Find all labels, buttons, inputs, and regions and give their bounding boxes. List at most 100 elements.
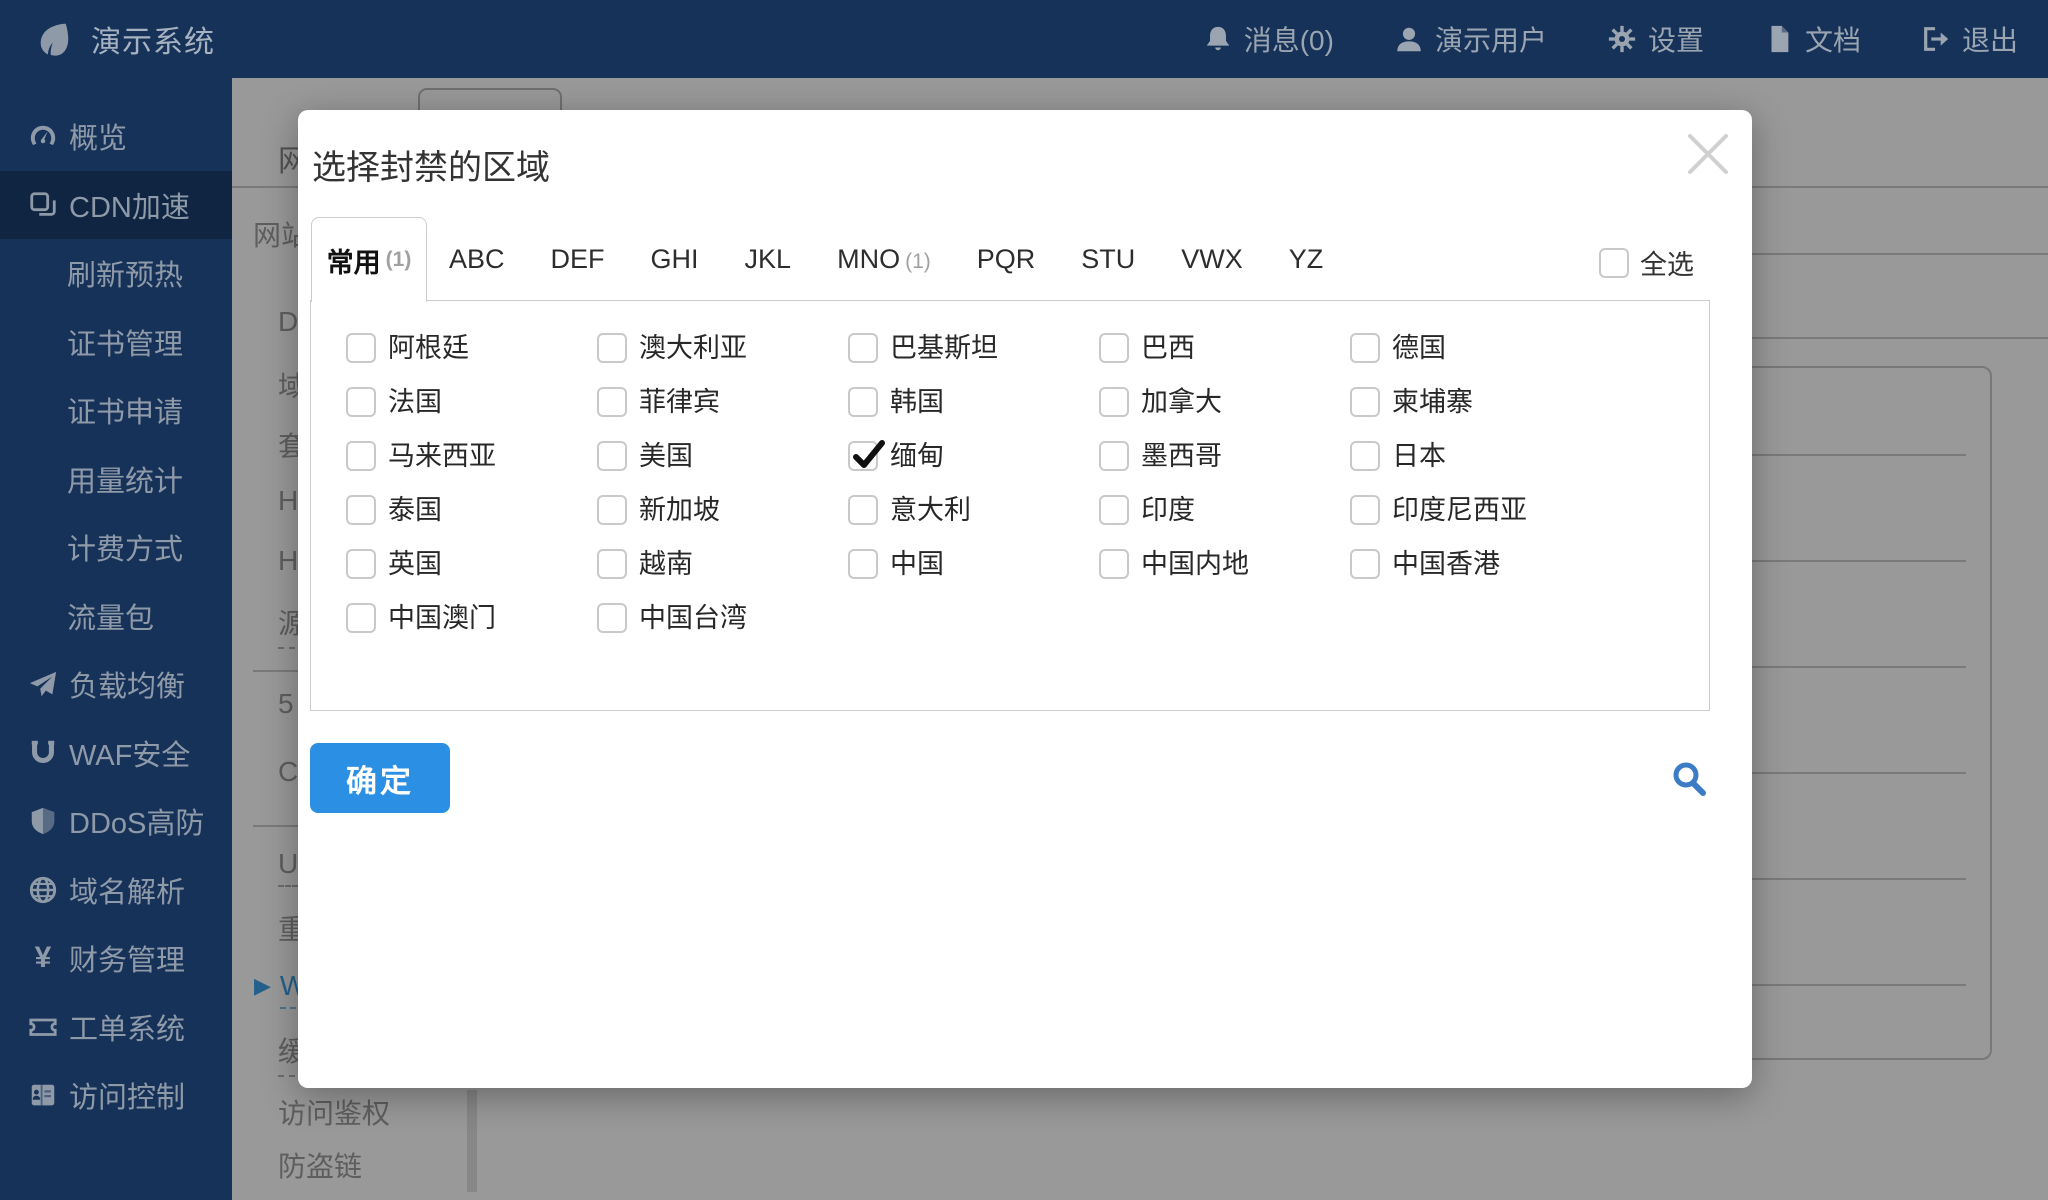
region-checkbox[interactable] xyxy=(848,549,878,579)
sidebar-item[interactable]: 用量统计 xyxy=(0,445,232,514)
tab[interactable]: MNO(1) xyxy=(837,244,931,275)
region-checkbox[interactable] xyxy=(597,603,627,633)
region-option[interactable]: 印度尼西亚 xyxy=(1350,495,1601,549)
region-checkbox-panel: 阿根廷 澳大利亚 巴基斯坦 xyxy=(310,300,1710,711)
select-all-control[interactable]: 全选 xyxy=(1599,243,1694,282)
sidebar-item[interactable]: 概览 xyxy=(0,102,232,171)
region-option[interactable]: 韩国 xyxy=(848,387,1099,441)
sidebar-item[interactable]: 证书申请 xyxy=(0,376,232,445)
sidebar-item-label: CDN加速 xyxy=(69,184,190,226)
tab[interactable]: STU xyxy=(1081,244,1135,275)
sidebar-item[interactable]: 刷新预热 xyxy=(0,239,232,308)
sidebar-item[interactable]: 流量包 xyxy=(0,582,232,651)
tab[interactable]: DEF xyxy=(551,244,605,275)
region-checkbox[interactable] xyxy=(1099,441,1129,471)
topbar-item[interactable]: 文档 xyxy=(1764,19,1861,59)
region-option[interactable]: 日本 xyxy=(1350,441,1601,495)
sidebar-item[interactable]: 负载均衡 xyxy=(0,650,232,719)
tab[interactable]: JKL xyxy=(745,244,792,275)
region-option[interactable]: 中国澳门 xyxy=(346,603,597,657)
region-option[interactable]: 中国 xyxy=(848,549,1099,603)
region-option[interactable]: 意大利 xyxy=(848,495,1099,549)
sidebar-item[interactable]: DDoS高防 xyxy=(0,787,232,856)
sidebar-item-label: 概览 xyxy=(69,115,127,157)
region-option[interactable]: 巴基斯坦 xyxy=(848,333,1099,387)
topbar-item[interactable]: 设置 xyxy=(1607,19,1704,59)
region-checkbox[interactable] xyxy=(597,333,627,363)
region-checkbox[interactable] xyxy=(848,333,878,363)
region-checkbox[interactable] xyxy=(346,495,376,525)
tab[interactable]: GHI xyxy=(651,244,699,275)
region-checkbox[interactable] xyxy=(597,549,627,579)
sidebar-item[interactable]: WAF安全 xyxy=(0,719,232,788)
region-label: 泰国 xyxy=(388,495,442,526)
region-option[interactable]: 中国台湾 xyxy=(597,603,848,657)
topbar-item[interactable]: 退出 xyxy=(1921,19,2018,59)
tab[interactable]: YZ xyxy=(1289,244,1324,275)
region-option[interactable]: 中国内地 xyxy=(1099,549,1350,603)
sidebar-item-label: 域名解析 xyxy=(69,869,185,911)
region-checkbox[interactable] xyxy=(346,549,376,579)
sidebar-item[interactable]: 访问控制 xyxy=(0,1061,232,1130)
region-option[interactable]: 巴西 xyxy=(1099,333,1350,387)
region-option[interactable]: 英国 xyxy=(346,549,597,603)
region-option[interactable]: 德国 xyxy=(1350,333,1601,387)
region-option[interactable]: 阿根廷 xyxy=(346,333,597,387)
sidebar-item[interactable]: 工单系统 xyxy=(0,993,232,1062)
sidebar-item[interactable]: 证书管理 xyxy=(0,308,232,377)
search-button[interactable] xyxy=(1670,760,1710,800)
region-checkbox[interactable] xyxy=(848,387,878,417)
region-option[interactable]: 菲律宾 xyxy=(597,387,848,441)
region-option[interactable]: 法国 xyxy=(346,387,597,441)
sidebar-item[interactable]: 域名解析 xyxy=(0,856,232,925)
tab-label: 常用 xyxy=(327,241,381,280)
region-option[interactable]: 越南 xyxy=(597,549,848,603)
region-option[interactable]: 中国香港 xyxy=(1350,549,1601,603)
region-option[interactable]: 澳大利亚 xyxy=(597,333,848,387)
region-checkbox[interactable] xyxy=(597,441,627,471)
region-option[interactable]: 墨西哥 xyxy=(1099,441,1350,495)
sidebar-item[interactable]: 计费方式 xyxy=(0,513,232,582)
region-checkbox[interactable] xyxy=(346,387,376,417)
tab[interactable]: VWX xyxy=(1181,244,1243,275)
region-checkbox[interactable] xyxy=(1350,549,1380,579)
region-checkbox[interactable] xyxy=(1099,333,1129,363)
region-option[interactable]: 缅甸 xyxy=(848,441,1099,495)
sidebar-item[interactable]: ¥ 财务管理 xyxy=(0,924,232,993)
tab-count: (1) xyxy=(905,250,931,273)
region-checkbox[interactable] xyxy=(346,441,376,471)
region-checkbox[interactable] xyxy=(346,603,376,633)
region-checkbox[interactable] xyxy=(1350,495,1380,525)
topbar-item[interactable]: 演示用户 xyxy=(1394,19,1547,59)
region-label: 中国澳门 xyxy=(388,603,496,634)
region-checkbox[interactable] xyxy=(346,333,376,363)
region-checkbox[interactable] xyxy=(848,441,878,471)
region-checkbox[interactable] xyxy=(1350,333,1380,363)
close-button[interactable] xyxy=(1682,128,1734,180)
region-option[interactable]: 美国 xyxy=(597,441,848,495)
region-label: 马来西亚 xyxy=(388,441,496,472)
region-checkbox[interactable] xyxy=(1099,495,1129,525)
region-checkbox[interactable] xyxy=(1099,549,1129,579)
tab[interactable]: PQR xyxy=(977,244,1036,275)
region-option[interactable]: 新加坡 xyxy=(597,495,848,549)
region-checkbox[interactable] xyxy=(1350,387,1380,417)
confirm-button[interactable]: 确定 xyxy=(310,743,450,813)
tab[interactable]: ABC xyxy=(449,244,505,275)
region-option[interactable]: 柬埔寨 xyxy=(1350,387,1601,441)
region-checkbox[interactable] xyxy=(1099,387,1129,417)
region-checkbox[interactable] xyxy=(848,495,878,525)
region-checkbox[interactable] xyxy=(597,387,627,417)
region-checkbox[interactable] xyxy=(1350,441,1380,471)
region-option[interactable]: 泰国 xyxy=(346,495,597,549)
region-option[interactable]: 加拿大 xyxy=(1099,387,1350,441)
tab[interactable]: 常用(1) xyxy=(311,217,427,302)
region-checkbox[interactable] xyxy=(597,495,627,525)
region-option[interactable]: 印度 xyxy=(1099,495,1350,549)
select-all-checkbox[interactable] xyxy=(1599,248,1629,278)
region-option[interactable]: 马来西亚 xyxy=(346,441,597,495)
gear-icon xyxy=(1607,24,1637,54)
sidebar-item[interactable]: CDN加速 xyxy=(0,171,232,240)
topbar-item[interactable]: 消息(0) xyxy=(1203,19,1334,59)
id-card-icon xyxy=(28,1080,58,1110)
